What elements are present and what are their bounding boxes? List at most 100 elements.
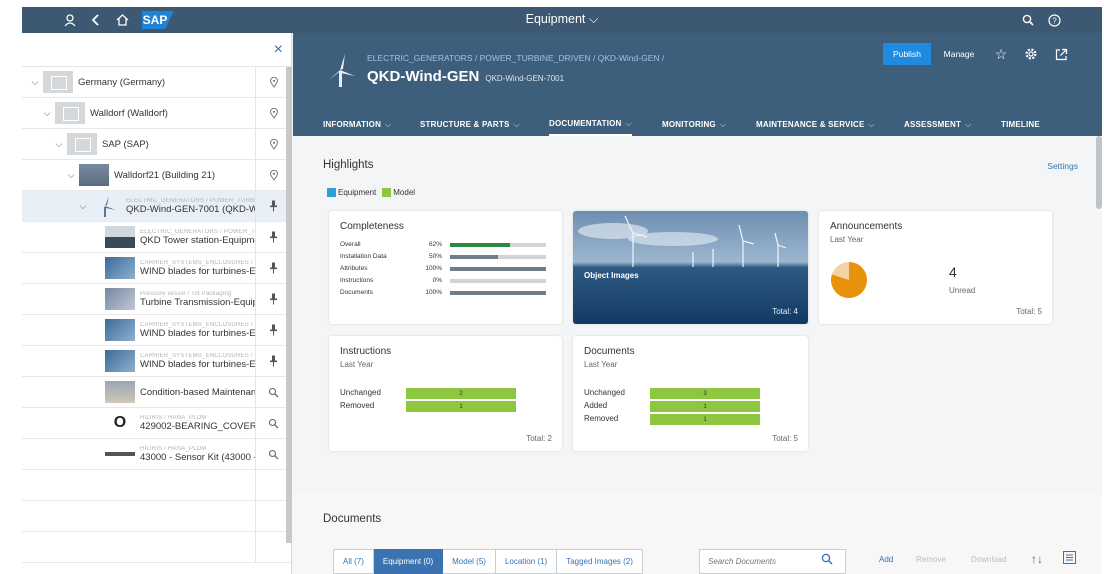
- status-bar: 1: [406, 401, 516, 412]
- chevron-down-icon[interactable]: ⌵: [42, 108, 52, 119]
- tree-item-text: Condition-based Maintenanc: [140, 387, 255, 398]
- documents-section: Documents All (7) Equipment (0) Model (5) L…: [293, 492, 1102, 574]
- tree-row[interactable]: CARRIER_SYSTEMS_ENCLOSURES / PR WIND blad…: [22, 253, 291, 284]
- tree-item-label: WIND blades for turbines-Ec: [140, 327, 255, 339]
- tab-documentation[interactable]: DOCUMENTATION ⌵: [549, 113, 632, 136]
- tree-row[interactable]: ⌵ ELECTRIC_GENERATORS / POWER_TURBI QKD-Wi…: [22, 191, 291, 222]
- tree-thumbnail: [105, 350, 135, 372]
- status-label: Unchanged: [340, 388, 381, 397]
- tree-item-label: Walldorf21 (Building 21): [114, 169, 216, 181]
- app-title-menu[interactable]: Equipment ⌵: [526, 12, 599, 26]
- instructions-period: Last Year: [340, 360, 374, 369]
- legend-label: Model: [393, 188, 416, 197]
- add-document-button[interactable]: Add: [879, 555, 893, 564]
- tree-item-label: WIND blades for turbines-Ec: [140, 358, 255, 370]
- tab-structure-parts[interactable]: STRUCTURE & PARTS ⌵: [420, 113, 520, 136]
- tab-assessment[interactable]: ASSESSMENT ⌵: [904, 113, 971, 136]
- documents-card-total: Total: 5: [772, 434, 798, 443]
- chevron-down-icon[interactable]: ⌵: [30, 77, 40, 88]
- filter-equipment[interactable]: Equipment (0): [373, 549, 444, 574]
- gear-icon[interactable]: [1020, 43, 1042, 65]
- manage-button[interactable]: Manage: [937, 43, 981, 65]
- back-icon[interactable]: [86, 10, 106, 30]
- filter-tagged-images[interactable]: Tagged Images (2): [557, 549, 643, 574]
- tree-row[interactable]: CARRIER_SYSTEMS_ENCLOSURES / PR WIND blad…: [22, 315, 291, 346]
- instructions-title: Instructions: [340, 346, 392, 357]
- publish-button[interactable]: Publish: [883, 43, 931, 65]
- tab-maintenance-service[interactable]: MAINTENANCE & SERVICE ⌵: [756, 113, 875, 136]
- tree-row[interactable]: O HILIRIS / HANA_PLDM 429002-BEARING_COVER…: [22, 408, 291, 439]
- completeness-card[interactable]: Completeness Overall 62% Installation Data…: [329, 211, 562, 324]
- completeness-row: Installation Data 50%: [340, 252, 550, 262]
- home-icon[interactable]: [112, 10, 132, 30]
- tree-item-text: CARRIER_SYSTEMS_ENCLOSURES / PR WIND blad…: [140, 260, 255, 277]
- tree-thumbnail: [79, 164, 109, 186]
- completeness-label: Installation Data: [340, 253, 387, 260]
- tree-row[interactable]: Pressure vessel / Tilt Packaging Turbine …: [22, 284, 291, 315]
- tree-item-text: HILIRIS / HANA_PLDM 429002-BEARING_COVER …: [140, 415, 255, 432]
- tree-row[interactable]: ⌵ SAP (SAP): [22, 129, 291, 160]
- tree-row[interactable]: ⌵ Germany (Germany): [22, 67, 291, 98]
- chevron-down-icon[interactable]: ⌵: [66, 170, 76, 181]
- announcements-total: Total: 5: [1016, 307, 1042, 316]
- announcements-card[interactable]: Announcements Last Year 4 Unread Total: …: [819, 211, 1052, 324]
- settings-link[interactable]: Settings: [1047, 161, 1078, 171]
- tree-item-text: HILIRIS / HANA_PLDM 43000 - Sensor Kit (4…: [140, 446, 255, 463]
- tree-row[interactable]: Condition-based Maintenanc: [22, 377, 291, 408]
- instructions-card[interactable]: Instructions Last Year Unchanged 2 Removed…: [329, 336, 562, 451]
- completeness-percent: 50%: [428, 253, 442, 260]
- remove-document-button[interactable]: Remove: [916, 555, 946, 564]
- tree-row-empty: [22, 501, 291, 532]
- tab-timeline[interactable]: TIMELINE: [1001, 113, 1040, 136]
- chevron-down-icon: ⌵: [965, 119, 972, 129]
- highlights-title: Highlights: [323, 159, 374, 171]
- help-icon[interactable]: ?: [1044, 10, 1064, 30]
- share-icon[interactable]: [1050, 43, 1072, 65]
- tree-thumbnail: [105, 288, 135, 310]
- tree-row[interactable]: ELECTRIC_GENERATORS / POWER_TUR QKD Tower…: [22, 222, 291, 253]
- download-document-button[interactable]: Download: [971, 555, 1007, 564]
- tree-row[interactable]: ⌵ Walldorf21 (Building 21): [22, 160, 291, 191]
- svg-text:?: ?: [1052, 16, 1057, 25]
- chevron-down-icon[interactable]: ⌵: [54, 139, 64, 150]
- search-icon[interactable]: [821, 553, 837, 569]
- content-scrollbar[interactable]: [1096, 136, 1102, 209]
- chevron-down-icon[interactable]: ⌵: [78, 201, 88, 212]
- documentation-content: Highlights Settings Equipment Model Compl…: [293, 136, 1102, 492]
- completeness-bar-fill: [450, 291, 546, 295]
- documents-card-period: Last Year: [584, 360, 618, 369]
- tree-thumbnail: [67, 133, 97, 155]
- tree-row[interactable]: ⌵ Walldorf (Walldorf): [22, 98, 291, 129]
- filter-location[interactable]: Location (1): [495, 549, 558, 574]
- tab-monitoring[interactable]: MONITORING ⌵: [662, 113, 726, 136]
- tree-row[interactable]: CARRIER_SYSTEMS_ENCLOSURES / PR WIND blad…: [22, 346, 291, 377]
- object-subtitle: QKD-Wind-GEN-7001: [485, 74, 565, 83]
- documents-card[interactable]: Documents Last Year Unchanged 3 Added 1 Remo…: [573, 336, 808, 451]
- tree-item-text: Pressure vessel / Tilt Packaging Turbine …: [140, 291, 255, 308]
- user-icon[interactable]: [60, 10, 80, 30]
- completeness-label: Instructions: [340, 277, 374, 284]
- app-title: Equipment: [525, 12, 586, 26]
- tree-thumbnail: [105, 381, 135, 403]
- unread-count: 4: [949, 264, 957, 280]
- hierarchy-scrollbar[interactable]: [286, 67, 292, 543]
- search-icon[interactable]: [1018, 10, 1038, 30]
- sap-logo[interactable]: SAP: [142, 11, 174, 29]
- tab-label: TIMELINE: [1001, 120, 1040, 129]
- filter-model[interactable]: Model (5): [443, 549, 496, 574]
- tree-item-path: ELECTRIC_GENERATORS / POWER_TURBI: [126, 197, 255, 204]
- filter-all[interactable]: All (7): [333, 549, 374, 574]
- column-settings-icon[interactable]: [1063, 551, 1076, 566]
- favorite-star-icon[interactable]: ☆: [990, 43, 1012, 65]
- chevron-down-icon: ⌵: [513, 119, 520, 129]
- sort-icon[interactable]: ↑↓: [1031, 552, 1043, 566]
- tree-thumbnail: [105, 226, 135, 248]
- object-images-card[interactable]: Object Images Total: 4: [573, 211, 808, 324]
- hierarchy-tree: ⌵ Germany (Germany) ⌵ Walldorf (Walldorf) ⌵ S…: [22, 67, 291, 563]
- object-images-total: Total: 4: [772, 307, 798, 316]
- completeness-bar-fill: [450, 243, 510, 247]
- tree-row[interactable]: HILIRIS / HANA_PLDM 43000 - Sensor Kit (4…: [22, 439, 291, 470]
- close-icon[interactable]: ×: [274, 41, 283, 59]
- breadcrumb[interactable]: ELECTRIC_GENERATORS / POWER_TURBINE_DRIV…: [367, 53, 664, 63]
- tab-information[interactable]: INFORMATION ⌵: [323, 113, 391, 136]
